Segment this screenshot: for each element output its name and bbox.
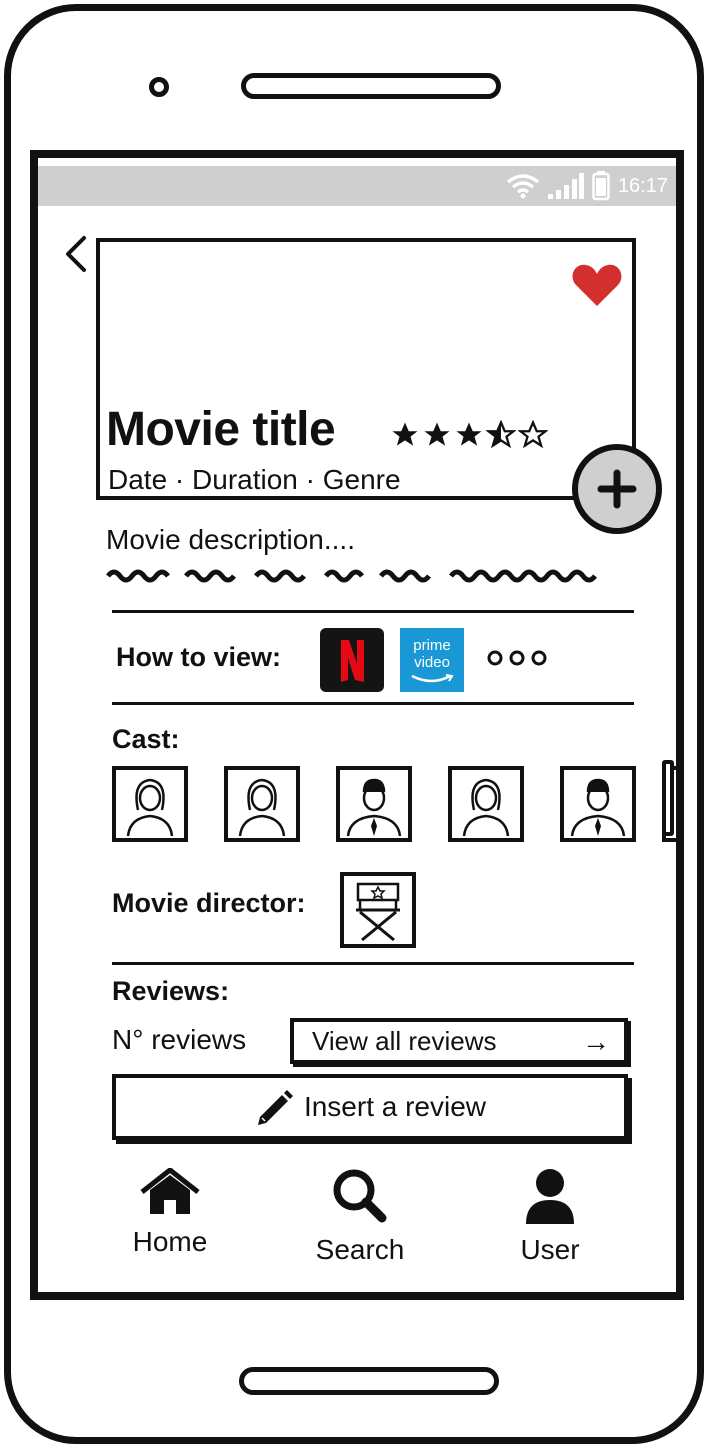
cast-list [112,766,676,846]
female-avatar-icon [238,778,286,837]
side-hardware-button [662,760,674,836]
camera [149,77,169,97]
movie-meta: Date · Duration · Genre [108,464,401,495]
nav-search-label: Search [315,1234,405,1265]
search-icon [333,1169,387,1223]
back-icon[interactable] [62,234,92,274]
female-avatar-icon [462,778,510,837]
rating-stars [390,420,548,450]
half-star-icon [486,420,516,449]
pencil-icon [257,1090,293,1125]
home-hardware-button [239,1367,499,1395]
heart-icon[interactable] [571,262,623,308]
cast-member-male[interactable] [560,766,636,842]
view-all-reviews-label: View all reviews [312,1025,497,1056]
netflix-logo[interactable] [320,628,384,692]
status-bar: 16:17 [38,166,676,206]
home-icon [140,1167,200,1214]
reviews-label: Reviews: [112,976,230,1006]
movie-description: Movie description.... [106,524,355,555]
signal-icon [547,173,584,199]
arrow-right-icon: → [582,1026,610,1057]
insert-review-label: Insert a review [303,1091,487,1122]
battery-icon [592,171,610,201]
cast-member-female[interactable] [448,766,524,842]
nav-search[interactable]: Search [290,1168,430,1266]
prime-line2: video [414,654,450,671]
director-avatar[interactable] [340,872,416,948]
screen: 16:17 Movie title Date · Duration · Genr… [30,150,684,1300]
speaker [241,73,501,99]
more-options-icon[interactable] [486,648,552,668]
empty-star-icon [518,420,548,449]
nav-home-label: Home [132,1226,208,1257]
movie-poster [96,238,636,500]
placeholder-text-scribble [106,569,597,583]
add-button[interactable] [572,444,662,534]
male-avatar-icon [570,778,626,837]
movie-title: Movie title [106,403,336,456]
insert-review-button[interactable]: Insert a review [112,1074,628,1140]
status-time: 16:17 [617,174,668,197]
cast-member-female[interactable] [224,766,300,842]
director-label: Movie director: [112,888,306,918]
divider [112,702,634,705]
cast-label: Cast: [112,724,180,754]
prime-line1: prime [413,637,451,654]
nav-home[interactable]: Home [100,1167,240,1258]
cast-member-male[interactable] [336,766,412,842]
nav-user[interactable]: User [480,1168,620,1266]
netflix-icon [341,640,364,682]
review-count: N° reviews [112,1024,247,1055]
nav-user-label: User [520,1234,580,1265]
prime-video-logo[interactable]: prime video [400,628,464,692]
director-chair-icon [356,882,400,942]
cast-member-female[interactable] [112,766,188,842]
wifi-icon [506,174,540,199]
female-avatar-icon [126,778,174,837]
view-all-reviews-button[interactable]: View all reviews → [290,1018,628,1064]
how-to-view-label: How to view: [116,642,282,672]
plus-icon [597,469,637,509]
star-icon [392,422,418,446]
divider [112,962,634,965]
bottom-nav: Home Search User [38,1167,676,1278]
star-icon [424,422,450,446]
star-icon [456,422,482,446]
amazon-smile-icon [411,674,454,683]
male-avatar-icon [346,778,402,837]
divider [112,610,634,613]
user-icon [526,1169,574,1224]
